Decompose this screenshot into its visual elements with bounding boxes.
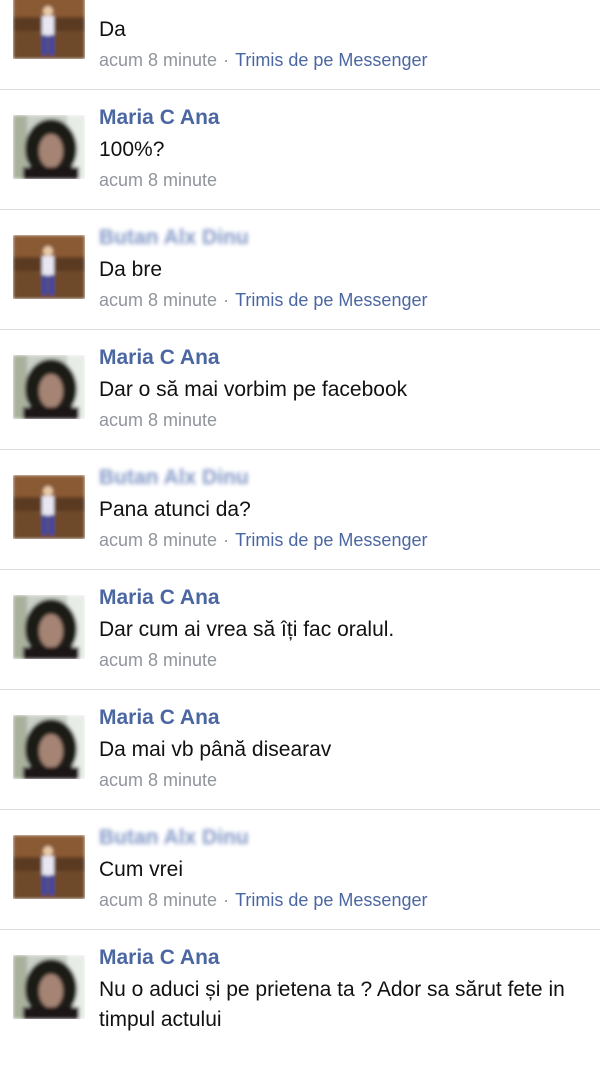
timestamp[interactable]: acum 8 minute [99,170,217,190]
comment-item: Maria C Ana Dar cum ai vrea să îți fac or… [0,570,600,690]
avatar[interactable] [13,955,85,1019]
comment-meta: acum 8 minute · Trimis de pe Messenger [99,50,427,71]
author-name-link[interactable]: Maria C Ana [99,346,220,370]
timestamp[interactable]: acum 8 minute [99,890,217,910]
comment-item: Butan Alx Dinu Da bre acum 8 minute · Trimis… [0,210,600,330]
timestamp[interactable]: acum 8 minute [99,410,217,430]
timestamp[interactable]: acum 8 minute [99,290,217,310]
author-name-link[interactable]: Maria C Ana [99,946,220,970]
avatar[interactable] [13,115,85,179]
messenger-source-link[interactable]: Trimis de pe Messenger [235,890,427,910]
comment-text: Dar o să mai vorbim pe facebook [99,378,408,401]
comment-meta: acum 8 minute [99,770,217,791]
avatar[interactable] [13,0,85,59]
avatar[interactable] [13,595,85,659]
comment-item: Butan Alx Dinu Pana atunci da? acum 8 minu… [0,450,600,570]
avatar[interactable] [13,235,85,299]
messenger-source-link[interactable]: Trimis de pe Messenger [235,530,427,550]
comment-meta: acum 8 minute [99,170,217,191]
comment-text: 100%? [99,138,165,161]
avatar[interactable] [13,715,85,779]
comment-meta: acum 8 minute · Trimis de pe Messenger [99,530,427,551]
comment-text: Pana atunci da? [99,498,251,521]
avatar[interactable] [13,475,85,539]
comment-text: Da mai vb până disearav [99,738,332,761]
comment-text: Dar cum ai vrea să îți fac oralul. [99,618,395,641]
timestamp[interactable]: acum 8 minute [99,650,217,670]
comment-item: Da acum 8 minute · Trimis de pe Messenger [0,0,600,90]
avatar[interactable] [13,835,85,899]
author-name-link[interactable]: Butan Alx Dinu [99,826,249,850]
comment-item: Maria C Ana 100%? acum 8 minute [0,90,600,210]
messenger-source-link[interactable]: Trimis de pe Messenger [235,50,427,70]
timestamp[interactable]: acum 8 minute [99,530,217,550]
author-name-link[interactable]: Maria C Ana [99,706,220,730]
separator-dot: · [223,50,230,70]
comment-item: Maria C Ana Dar o să mai vorbim pe facebo… [0,330,600,450]
messenger-source-link[interactable]: Trimis de pe Messenger [235,290,427,310]
timestamp[interactable]: acum 8 minute [99,50,217,70]
comment-item: Butan Alx Dinu Cum vrei acum 8 minute · Trim… [0,810,600,930]
separator-dot: · [223,290,230,310]
separator-dot: · [223,530,230,550]
author-name-link[interactable]: Butan Alx Dinu [99,226,249,250]
comment-text: Nu o aduci și pe prietena ta ? Ador sa s… [99,978,565,1031]
comment-text: Da [99,18,126,41]
comment-meta: acum 8 minute [99,650,217,671]
timestamp[interactable]: acum 8 minute [99,770,217,790]
avatar[interactable] [13,355,85,419]
comment-meta: acum 8 minute · Trimis de pe Messenger [99,290,427,311]
comment-text: Da bre [99,258,163,281]
comment-text: Cum vrei [99,858,184,881]
comment-item: Maria C Ana Da mai vb până disearav acum 8… [0,690,600,810]
separator-dot: · [223,890,230,910]
comment-meta: acum 8 minute [99,410,217,431]
author-name-link[interactable]: Maria C Ana [99,586,220,610]
author-name-link[interactable]: Butan Alx Dinu [99,466,249,490]
comment-item: Maria C Ana Nu o aduci și pe prietena ta … [0,930,600,1070]
comment-thread: Da acum 8 minute · Trimis de pe Messenger Ma… [0,0,600,1070]
author-name-link[interactable]: Maria C Ana [99,106,220,130]
comment-meta: acum 8 minute · Trimis de pe Messenger [99,890,427,911]
